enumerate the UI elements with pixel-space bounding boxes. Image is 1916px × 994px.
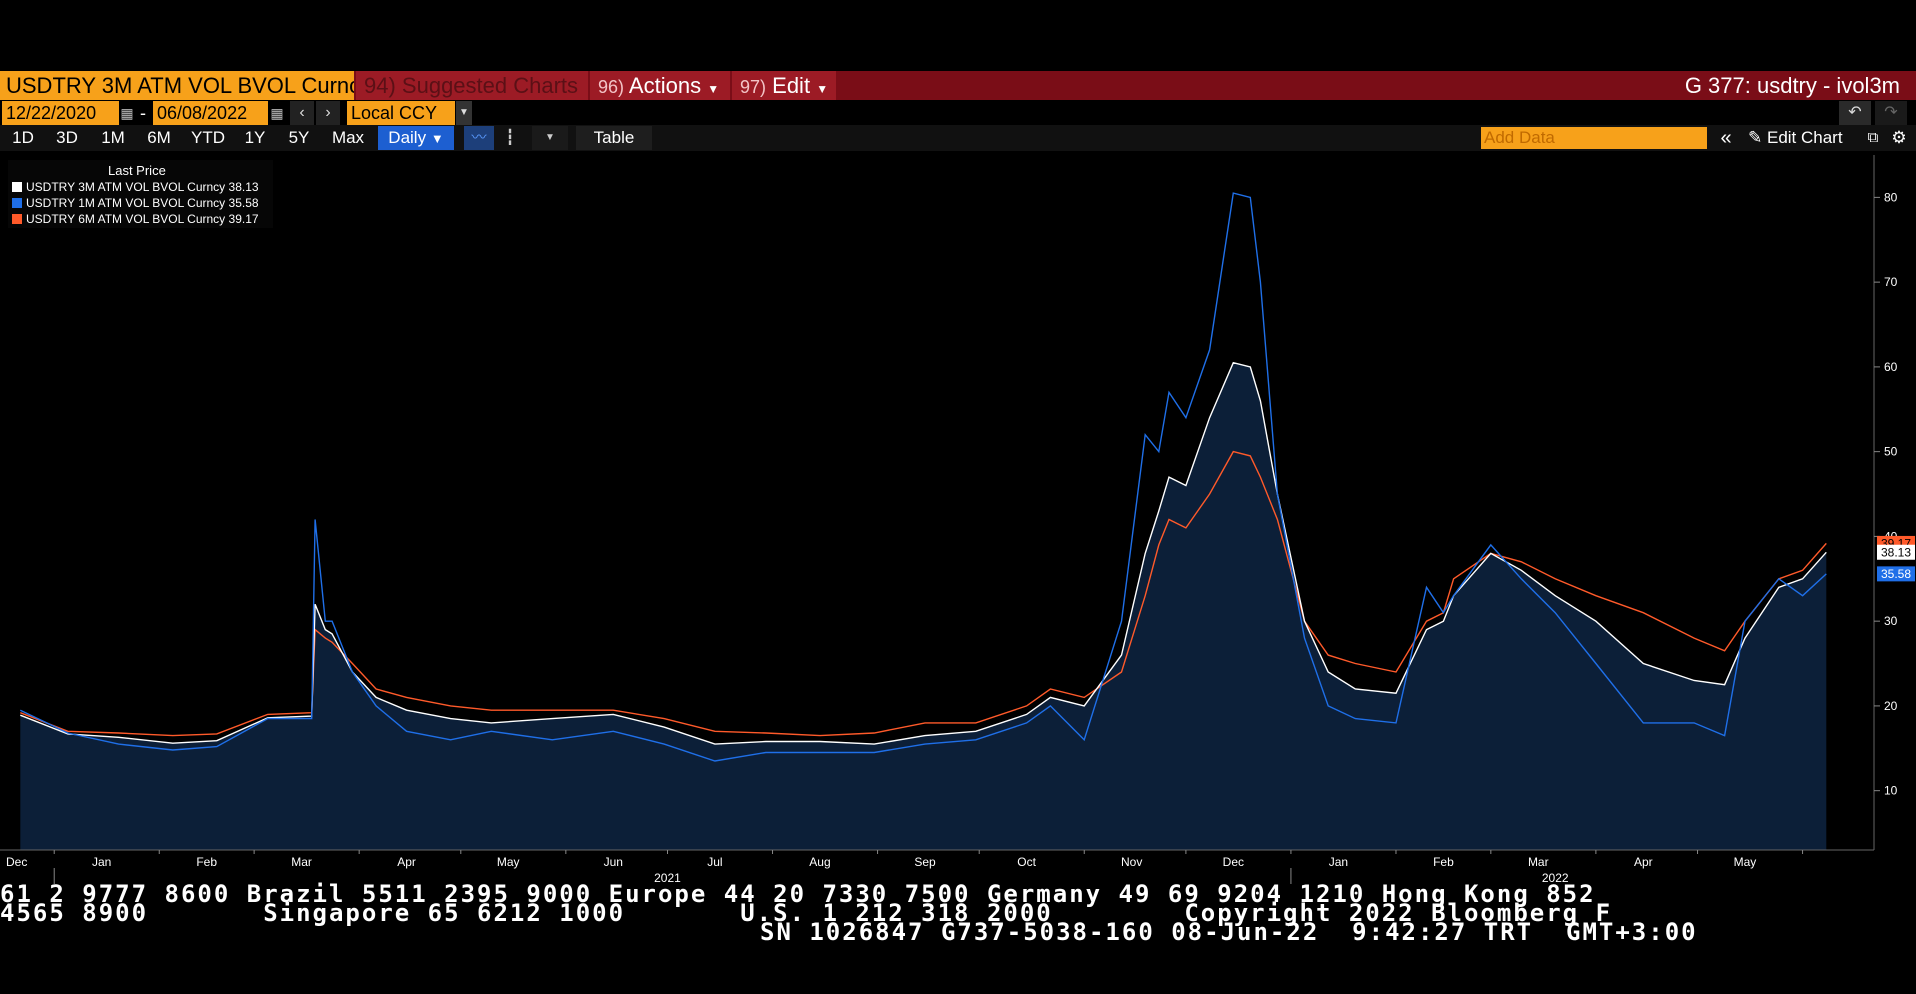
legend-label: USDTRY 6M ATM VOL BVOL Curncy [26, 212, 226, 226]
y-tick-label: 70 [1884, 275, 1898, 289]
x-tick-label: Nov [1121, 855, 1142, 869]
y-tick-label: 20 [1884, 699, 1898, 713]
legend-label: USDTRY 3M ATM VOL BVOL Curncy [26, 180, 226, 194]
legend-value: 35.58 [228, 196, 259, 210]
chart-legend: Last Price USDTRY 3M ATM VOL BVOL Curncy… [8, 160, 273, 228]
y-tick-label: 60 [1884, 360, 1898, 374]
x-tick-label: Aug [809, 855, 830, 869]
ticker-line: SN 1026847 G737-5038-160 08-Jun-22 9:42:… [760, 918, 1698, 946]
x-tick-label: Jun [604, 855, 623, 869]
y-tick-label: 10 [1884, 784, 1898, 798]
legend-label: USDTRY 1M ATM VOL BVOL Curncy [26, 196, 226, 210]
x-tick-label: Feb [1433, 855, 1454, 869]
x-tick-label: May [1734, 855, 1757, 869]
x-tick-label: Jul [707, 855, 722, 869]
legend-item: USDTRY 6M ATM VOL BVOL Curncy 39.17 [12, 212, 259, 226]
x-tick-label: Jan [92, 855, 111, 869]
x-tick-label: Mar [1528, 855, 1549, 869]
last-value-label: 35.58 [1881, 567, 1911, 581]
x-tick-label: Mar [291, 855, 312, 869]
legend-value: 39.17 [228, 212, 259, 226]
legend-item: USDTRY 1M ATM VOL BVOL Curncy 35.58 [12, 196, 259, 210]
x-tick-label: Sep [914, 855, 936, 869]
legend-header: Last Price [108, 163, 166, 178]
y-tick-label: 80 [1884, 190, 1898, 204]
y-tick-label: 30 [1884, 614, 1898, 628]
line-chart: 102030405060708039.1738.1335.58DecJanFeb… [0, 155, 1915, 885]
legend-swatch [12, 198, 22, 208]
last-value-label: 38.13 [1881, 545, 1911, 559]
x-tick-label: Jan [1329, 855, 1348, 869]
y-tick-label: 50 [1884, 445, 1898, 459]
x-tick-label: Dec [6, 855, 27, 869]
x-tick-label: Apr [397, 855, 416, 869]
x-tick-label: Apr [1634, 855, 1653, 869]
legend-value: 38.13 [228, 180, 259, 194]
x-tick-label: Oct [1017, 855, 1036, 869]
x-tick-label: May [497, 855, 520, 869]
legend-swatch [12, 182, 22, 192]
x-tick-label: Feb [196, 855, 217, 869]
legend-swatch [12, 214, 22, 224]
x-tick-label: Dec [1223, 855, 1244, 869]
legend-item: USDTRY 3M ATM VOL BVOL Curncy 38.13 [12, 180, 259, 194]
